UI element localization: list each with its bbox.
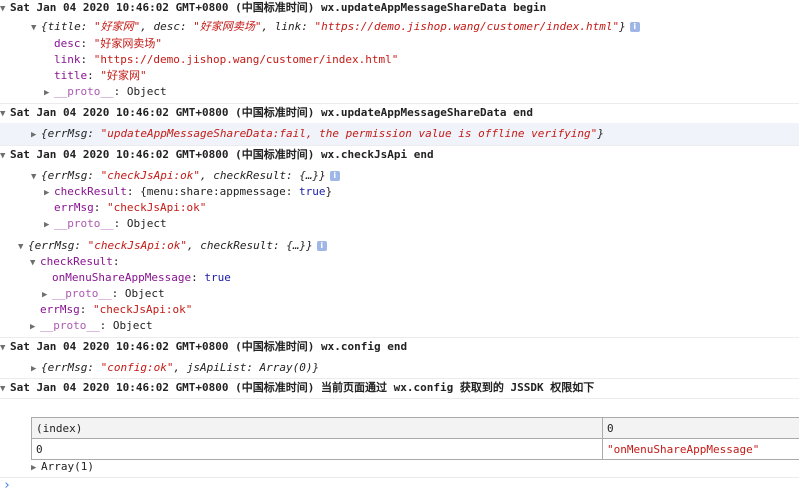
- divider: [0, 337, 799, 338]
- divider: [0, 103, 799, 104]
- expand-triangle-icon[interactable]: ▶: [31, 127, 41, 143]
- expand-triangle-icon[interactable]: ▶: [31, 460, 41, 476]
- object-property: link: "https://demo.jishop.wang/customer…: [54, 53, 399, 66]
- divider: [0, 378, 799, 379]
- expand-triangle-icon[interactable]: ▶: [42, 287, 52, 303]
- collapse-triangle-icon[interactable]: ▼: [0, 340, 10, 356]
- divider: [0, 398, 799, 399]
- object-property: errMsg: "checkJsApi:ok": [54, 201, 207, 214]
- object-summary[interactable]: ▶ {errMsg: "updateAppMessageShareData:fai…: [31, 126, 799, 143]
- log-group-header[interactable]: ▼ Sat Jan 04 2020 10:46:02 GMT+0800 (中国标准…: [0, 105, 799, 122]
- info-icon[interactable]: i: [329, 171, 340, 181]
- info-icon[interactable]: i: [629, 22, 640, 32]
- object-summary[interactable]: ▶ {errMsg: "config:ok", jsApiList: Array(…: [31, 360, 799, 377]
- expand-triangle-icon[interactable]: ▼: [31, 20, 41, 36]
- proto-row[interactable]: ▶ __proto__: Object: [44, 216, 799, 233]
- table-cell: 0: [31, 438, 603, 460]
- prompt-chevron-icon: ›: [3, 478, 11, 493]
- info-icon[interactable]: i: [316, 241, 327, 251]
- object-summary[interactable]: ▼ {errMsg: "checkJsApi:ok", checkResult: …: [31, 168, 799, 185]
- array-summary[interactable]: ▶ Array(1): [31, 459, 799, 476]
- collapse-triangle-icon[interactable]: ▼: [0, 381, 10, 397]
- expand-triangle-icon[interactable]: ▶: [31, 361, 41, 377]
- proto-row[interactable]: ▶ __proto__: Object: [44, 84, 799, 101]
- expand-triangle-icon[interactable]: ▼: [18, 239, 28, 255]
- collapse-triangle-icon[interactable]: ▼: [0, 1, 10, 17]
- table-header-row: (index) 0: [31, 417, 799, 439]
- expand-triangle-icon[interactable]: ▶: [44, 85, 54, 101]
- divider: [0, 145, 799, 146]
- collapse-triangle-icon[interactable]: ▼: [0, 106, 10, 122]
- proto-row[interactable]: ▶ __proto__: Object: [30, 318, 799, 335]
- object-property: desc: "好家网卖场": [54, 37, 162, 50]
- object-property[interactable]: ▶ checkResult: {menu:share:appmessage: tr…: [44, 184, 799, 201]
- expand-triangle-icon[interactable]: ▶: [30, 319, 40, 335]
- table-cell: "onMenuShareAppMessage": [602, 438, 799, 460]
- console-table: (index) 0 0 "onMenuShareAppMessage": [31, 417, 799, 460]
- log-group-header[interactable]: ▼ Sat Jan 04 2020 10:46:02 GMT+0800 (中国标准…: [0, 339, 799, 356]
- object-summary[interactable]: ▼ {title: "好家网", desc: "好家网卖场", link: "ht…: [31, 19, 799, 36]
- object-property: title: "好家网": [54, 69, 147, 82]
- console-input[interactable]: ›: [3, 478, 799, 494]
- log-group-header[interactable]: ▼ Sat Jan 04 2020 10:46:02 GMT+0800 (中国标准…: [0, 380, 799, 397]
- table-header-cell[interactable]: 0: [602, 417, 799, 439]
- log-group-header[interactable]: ▼ Sat Jan 04 2020 10:46:02 GMT+0800 (中国标准…: [0, 0, 799, 17]
- object-summary[interactable]: ▼ {errMsg: "checkJsApi:ok", checkResult: …: [18, 238, 799, 255]
- expand-triangle-icon[interactable]: ▼: [31, 169, 41, 185]
- object-property: onMenuShareAppMessage: true: [52, 271, 231, 284]
- expand-triangle-icon[interactable]: ▶: [44, 217, 54, 233]
- collapse-triangle-icon[interactable]: ▼: [0, 148, 10, 164]
- table-row: 0 "onMenuShareAppMessage": [31, 438, 799, 460]
- expand-triangle-icon[interactable]: ▶: [44, 185, 54, 201]
- log-group-header[interactable]: ▼ Sat Jan 04 2020 10:46:02 GMT+0800 (中国标准…: [0, 147, 799, 164]
- proto-row[interactable]: ▶ __proto__: Object: [42, 286, 799, 303]
- object-property: errMsg: "checkJsApi:ok": [40, 303, 193, 316]
- object-property[interactable]: ▼ checkResult:: [30, 254, 799, 271]
- table-header-cell[interactable]: (index): [31, 417, 603, 439]
- collapse-triangle-icon[interactable]: ▼: [30, 255, 40, 271]
